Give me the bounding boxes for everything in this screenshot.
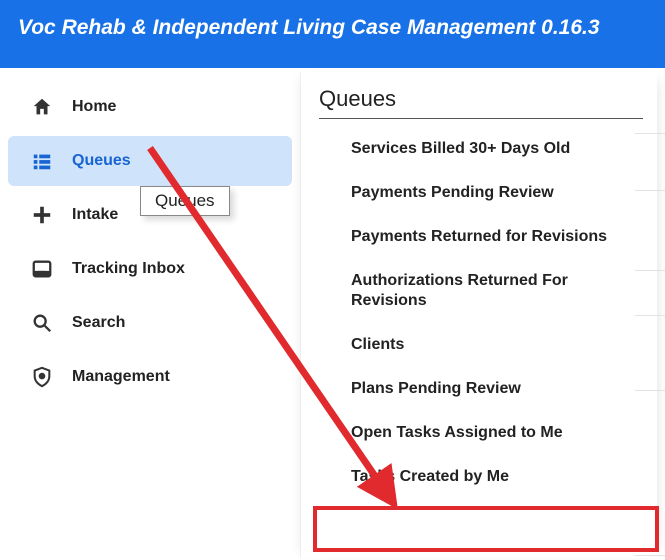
shield-icon (28, 366, 56, 388)
inbox-icon (28, 258, 56, 280)
queue-item-label: Payments Pending Review (351, 184, 554, 201)
sidebar-item-label: Tracking Inbox (72, 260, 185, 278)
tooltip-text: Queues (155, 191, 215, 210)
app-header: Voc Rehab & Independent Living Case Mana… (0, 0, 665, 68)
app-title: Voc Rehab & Independent Living Case Mana… (18, 16, 600, 39)
sidebar-item-home[interactable]: Home (8, 82, 292, 132)
search-icon (28, 312, 56, 334)
queues-icon (28, 150, 56, 172)
sidebar-item-label: Home (72, 98, 116, 116)
sidebar-item-search[interactable]: Search (8, 298, 292, 348)
sidebar-item-tracking-inbox[interactable]: Tracking Inbox (8, 244, 292, 294)
queue-item-clients[interactable]: Clients (315, 323, 643, 367)
sidebar-item-label: Intake (72, 206, 118, 224)
queue-item-label: Services Billed 30+ Days Old (351, 140, 570, 157)
queue-item-tasks-created-by-me[interactable]: Tasks Created by Me (315, 455, 643, 499)
queue-item-services-billed[interactable]: Services Billed 30+ Days Old (315, 127, 643, 171)
queue-item-plans-pending[interactable]: Plans Pending Review (315, 367, 643, 411)
queue-item-open-tasks-assigned[interactable]: Open Tasks Assigned to Me (315, 411, 643, 455)
sidebar-item-management[interactable]: Management (8, 352, 292, 402)
queue-item-label: Plans Pending Review (351, 380, 521, 397)
queue-item-auth-returned[interactable]: Authorizations Returned For Revisions (315, 259, 643, 323)
sidebar-item-label: Search (72, 314, 125, 332)
sidebar-item-label: Queues (72, 152, 131, 170)
tooltip: Queues (140, 186, 230, 216)
plus-icon (28, 204, 56, 226)
queue-item-payments-returned[interactable]: Payments Returned for Revisions (315, 215, 643, 259)
sidebar-item-queues[interactable]: Queues (8, 136, 292, 186)
queue-item-label: Payments Returned for Revisions (351, 228, 607, 245)
queue-item-label: Open Tasks Assigned to Me (351, 424, 563, 441)
queue-item-payments-pending[interactable]: Payments Pending Review (315, 171, 643, 215)
queue-list: Services Billed 30+ Days Old Payments Pe… (315, 127, 643, 499)
panel-title: Queues (319, 86, 643, 119)
queue-item-label: Clients (351, 336, 404, 353)
home-icon (28, 96, 56, 118)
queues-panel: Queues Services Billed 30+ Days Old Paym… (300, 72, 657, 558)
sidebar-item-label: Management (72, 368, 170, 386)
sidebar: Home Queues Intake Tracking Inbox Search (0, 68, 300, 558)
queue-item-label: Tasks Created by Me (351, 468, 509, 485)
main-container: Home Queues Intake Tracking Inbox Search (0, 68, 665, 558)
queue-item-label: Authorizations Returned For Revisions (351, 272, 568, 309)
